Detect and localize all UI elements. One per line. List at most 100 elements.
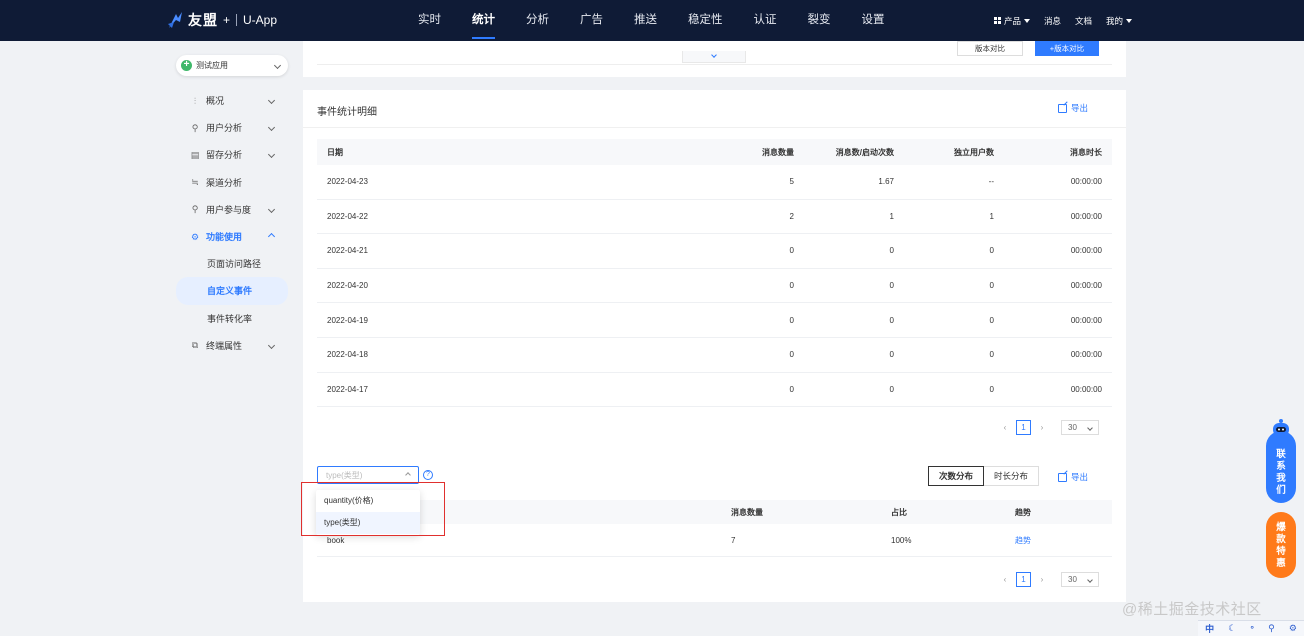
property-select[interactable]: type(类型) bbox=[317, 466, 419, 484]
column-header[interactable]: 独立用户数 bbox=[904, 147, 1004, 158]
tab-count-distribution[interactable]: 次数分布 bbox=[928, 466, 985, 486]
mine-menu[interactable]: 我的 bbox=[1106, 15, 1132, 27]
sidebar-item-device[interactable]: ⧉ 终端属性 bbox=[176, 332, 288, 359]
app-selector[interactable]: 测试应用 bbox=[176, 55, 288, 76]
tab-duration-distribution[interactable]: 时长分布 bbox=[984, 466, 1040, 486]
column-header[interactable]: 消息数量 bbox=[721, 507, 881, 518]
collapse-toggle[interactable] bbox=[682, 51, 746, 63]
sidebar-item-feature-usage[interactable]: ⚙ 功能使用 bbox=[176, 223, 288, 250]
nav-stability[interactable]: 稳定性 bbox=[678, 0, 733, 41]
table-cell: 0 bbox=[889, 246, 894, 256]
sidebar-item-retention[interactable]: ▤ 留存分析 bbox=[176, 141, 288, 168]
nav-analysis[interactable]: 分析 bbox=[516, 0, 559, 41]
brand-app: U-App bbox=[243, 13, 278, 27]
product-label: 产品 bbox=[1003, 15, 1021, 26]
chevron-up-icon bbox=[267, 232, 276, 241]
page-number[interactable]: 1 bbox=[1016, 572, 1031, 587]
table-cell: 0 bbox=[989, 281, 994, 291]
pagination: ‹ 1 › 30 bbox=[1000, 572, 1099, 587]
grid-icon bbox=[993, 17, 1001, 24]
table-cell: 1 bbox=[989, 211, 994, 221]
sidebar-item-label: 用户参与度 bbox=[206, 204, 252, 215]
table-cell: 2022-04-18 bbox=[327, 350, 368, 360]
sidebar-item-event-conversion[interactable]: 事件转化率 bbox=[176, 305, 288, 332]
sidebar-item-engagement[interactable]: ⚲ 用户参与度 bbox=[176, 196, 288, 223]
nav-push[interactable]: 推送 bbox=[624, 0, 667, 41]
top-navbar: 友盟 + U-App 实时 统计 分析 广告 推送 稳定性 认证 裂变 设置 产… bbox=[0, 0, 1304, 41]
event-detail-table: 日期 消息数量 消息数/启动次数 独立用户数 消息时长 2022-04-23 5 1… bbox=[317, 139, 1112, 408]
user-icon[interactable]: ⚲ bbox=[1268, 623, 1275, 634]
distribution-tabs: 次数分布 时长分布 bbox=[928, 466, 1040, 486]
next-page-icon[interactable]: › bbox=[1037, 575, 1047, 584]
version-compare-button[interactable]: +版本对比 bbox=[1035, 41, 1099, 56]
nav-certification[interactable]: 认证 bbox=[744, 0, 787, 41]
dropdown-option-quantity[interactable]: quantity(价格) bbox=[316, 490, 420, 512]
settings-icon[interactable]: ⚙ bbox=[1289, 623, 1297, 634]
table-cell: 2 bbox=[789, 211, 794, 221]
sidebar-item-label: 事件转化率 bbox=[207, 313, 253, 324]
next-page-icon[interactable]: › bbox=[1037, 423, 1047, 432]
column-header[interactable]: 消息时长 bbox=[1004, 147, 1112, 158]
help-icon[interactable]: ? bbox=[423, 470, 433, 480]
table-cell: 2022-04-23 bbox=[327, 177, 368, 187]
sidebar-item-user-analysis[interactable]: ⚲ 用户分析 bbox=[176, 114, 288, 141]
brand[interactable]: 友盟 + U-App bbox=[166, 10, 277, 30]
column-header[interactable]: 占比 bbox=[881, 507, 1005, 518]
column-header[interactable]: 日期 bbox=[317, 147, 617, 158]
page-size-select[interactable]: 30 bbox=[1061, 420, 1099, 435]
sidebar-item-custom-event[interactable]: 自定义事件 bbox=[176, 277, 288, 305]
export-label: 导出 bbox=[1071, 103, 1089, 113]
page-number[interactable]: 1 bbox=[1016, 420, 1031, 435]
prev-page-icon[interactable]: ‹ bbox=[1000, 423, 1010, 432]
table-cell: 0 bbox=[889, 281, 894, 291]
export-button[interactable]: 导出 bbox=[1058, 102, 1088, 114]
table-row: 2022-04-19 0 0 0 00:00:00 bbox=[317, 303, 1112, 338]
umeng-logo-icon bbox=[168, 12, 182, 28]
table-cell: 00:00:00 bbox=[1070, 246, 1102, 256]
dropdown-option-type[interactable]: type(类型) bbox=[316, 512, 420, 534]
gear-icon: ⚙ bbox=[190, 231, 200, 242]
version-compare-select[interactable]: 版本对比 bbox=[957, 41, 1023, 56]
export-button[interactable]: 导出 bbox=[1058, 471, 1088, 483]
docs-link[interactable]: 文档 bbox=[1075, 15, 1092, 27]
nav-statistics[interactable]: 统计 bbox=[462, 0, 505, 41]
ime-lang-icon[interactable]: 中 bbox=[1205, 622, 1214, 635]
sidebar-item-channel[interactable]: ≒ 渠道分析 bbox=[176, 169, 288, 196]
table-cell: 0 bbox=[989, 350, 994, 360]
sidebar-item-overview[interactable]: ⫶ 概况 bbox=[176, 87, 288, 114]
export-icon bbox=[1058, 103, 1067, 113]
sidebar-item-label: 终端属性 bbox=[206, 340, 243, 351]
sidebar-item-page-path[interactable]: 页面访问路径 bbox=[176, 250, 288, 277]
table-cell: 100% bbox=[891, 535, 912, 545]
hot-deal-button[interactable]: 爆 款 特 惠 bbox=[1266, 512, 1296, 578]
product-menu[interactable]: 产品 bbox=[993, 15, 1030, 27]
column-header[interactable]: 消息数/启动次数 bbox=[804, 147, 904, 158]
nav-fission[interactable]: 裂变 bbox=[798, 0, 841, 41]
table-row: 2022-04-22 2 1 1 00:00:00 bbox=[317, 200, 1112, 235]
sidebar-item-label: 渠道分析 bbox=[206, 177, 243, 188]
trend-link[interactable]: 趋势 bbox=[1005, 535, 1112, 546]
nav-ads[interactable]: 广告 bbox=[570, 0, 613, 41]
nav-realtime[interactable]: 实时 bbox=[408, 0, 451, 41]
prev-page-icon[interactable]: ‹ bbox=[1000, 575, 1010, 584]
table-cell: 00:00:00 bbox=[1070, 315, 1102, 325]
nav-settings[interactable]: 设置 bbox=[852, 0, 895, 41]
top-right-menu: 产品 消息 文档 我的 bbox=[980, 0, 1132, 41]
chevron-down-icon bbox=[267, 97, 276, 105]
table-cell: 0 bbox=[889, 315, 894, 325]
chevron-down-icon bbox=[267, 205, 276, 213]
table-row: 2022-04-21 0 0 0 00:00:00 bbox=[317, 234, 1112, 269]
moon-icon[interactable]: ☾ bbox=[1228, 623, 1236, 634]
message-link[interactable]: 消息 bbox=[1044, 15, 1061, 27]
punctuation-icon[interactable]: ° bbox=[1250, 624, 1254, 634]
caret-down-icon bbox=[1126, 18, 1132, 23]
main-nav: 实时 统计 分析 广告 推送 稳定性 认证 裂变 设置 bbox=[408, 0, 906, 41]
column-header[interactable]: 消息数量 bbox=[617, 147, 804, 158]
contact-us-button[interactable]: 联 系 我 们 bbox=[1266, 431, 1296, 503]
watermark: @稀土掘金技术社区 bbox=[1122, 601, 1262, 618]
table-header: 消息数量 占比 趋势 bbox=[317, 500, 1112, 524]
table-cell: 5 bbox=[789, 177, 794, 187]
table-cell: 2022-04-19 bbox=[327, 315, 368, 325]
table-cell: 0 bbox=[789, 315, 794, 325]
page-size-select[interactable]: 30 bbox=[1061, 572, 1099, 587]
